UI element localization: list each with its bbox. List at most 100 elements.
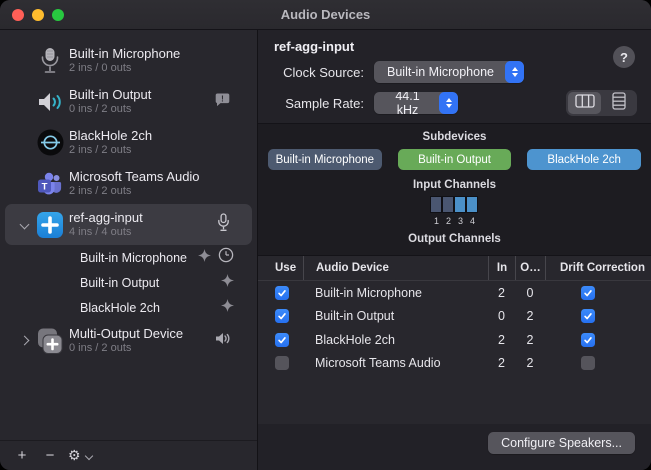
columns-view-icon — [575, 94, 595, 113]
clock-source-row: Clock Source: Built-in Microphone — [272, 61, 637, 83]
column-header-audio-device[interactable]: Audio Device — [303, 256, 488, 280]
device-header-section: ref-agg-input ? Clock Source: Built-in M… — [258, 30, 651, 123]
page-title: ref-agg-input — [274, 39, 637, 54]
device-name: BlackHole 2ch — [69, 128, 152, 144]
sidebar-item-built-in-output[interactable]: Built-in Output 0 ins / 2 outs ! — [5, 81, 252, 122]
sidebar-item-multi-output-device[interactable]: Multi-Output Device 0 ins / 2 outs — [5, 320, 252, 361]
sample-rate-popup[interactable]: 44.1 kHz — [374, 92, 458, 114]
drift-checkbox[interactable] — [581, 356, 595, 370]
sparkle-icon — [221, 274, 234, 292]
subdevice-pills: Built-in Microphone Built-in Output Blac… — [258, 149, 651, 170]
view-toggle — [566, 90, 637, 116]
channel-4: 4 — [467, 196, 479, 226]
clock-source-popup[interactable]: Built-in Microphone — [374, 61, 524, 83]
table-cell-in: 2 — [488, 328, 515, 352]
clock-source-value: Built-in Microphone — [374, 65, 505, 79]
sidebar-item-microsoft-teams-audio[interactable]: T Microsoft Teams Audio 2 ins / 2 outs — [5, 163, 252, 204]
column-header-drift-correction[interactable]: Drift Correction — [545, 256, 651, 280]
teams-icon: T — [36, 170, 64, 198]
rows-view-button[interactable] — [602, 92, 635, 114]
device-sidebar: Built-in Microphone 2 ins / 0 outs Built… — [0, 30, 258, 470]
rows-view-icon — [612, 92, 626, 115]
device-detail-panel: ref-agg-input ? Clock Source: Built-in M… — [258, 30, 651, 470]
sample-rate-value: 44.1 kHz — [374, 92, 439, 114]
sample-rate-label: Sample Rate: — [272, 96, 364, 111]
device-name: Built-in Output — [69, 87, 151, 103]
microphone-icon — [36, 47, 64, 75]
subdevice-pill-built-in-microphone[interactable]: Built-in Microphone — [268, 149, 382, 170]
channels-section: Subdevices Built-in Microphone Built-in … — [258, 123, 651, 256]
subdevice-pill-blackhole-2ch[interactable]: BlackHole 2ch — [527, 149, 641, 170]
sidebar-subitem-built-in-microphone[interactable]: Built-in Microphone — [5, 245, 252, 270]
input-channel-meter: 1 2 3 4 — [258, 196, 651, 226]
device-list: Built-in Microphone 2 ins / 0 outs Built… — [0, 30, 257, 440]
column-header-use[interactable]: Use — [258, 256, 303, 280]
table-row[interactable]: Built-in Microphone 2 0 — [258, 281, 651, 305]
panel-footer: Configure Speakers... — [258, 424, 651, 470]
channel-number: 1 — [431, 216, 443, 226]
output-channels-heading: Output Channels — [258, 233, 651, 245]
svg-text:!: ! — [221, 94, 224, 103]
sidebar-item-blackhole-2ch[interactable]: BlackHole 2ch 2 ins / 2 outs — [5, 122, 252, 163]
table-cell-in: 2 — [488, 281, 515, 305]
subdevices-heading: Subdevices — [258, 131, 651, 143]
add-device-button[interactable]: + — [10, 447, 34, 464]
column-header-in[interactable]: In — [488, 256, 515, 280]
chevron-down-icon[interactable] — [20, 220, 30, 230]
use-checkbox[interactable] — [275, 333, 289, 347]
device-detail: 4 ins / 4 outs — [69, 226, 143, 240]
microphone-input-icon — [217, 213, 230, 237]
drift-checkbox[interactable] — [581, 309, 595, 323]
table-header: Use Audio Device In O… Drift Correction — [258, 256, 651, 281]
gear-icon: ⚙ — [68, 447, 81, 464]
device-name: Microsoft Teams Audio — [69, 169, 200, 185]
popup-stepper-icon — [505, 61, 524, 83]
chevron-right-icon[interactable] — [20, 336, 30, 346]
use-checkbox[interactable] — [275, 309, 289, 323]
channel-number: 2 — [443, 216, 455, 226]
table-cell-device: Built-in Microphone — [303, 281, 488, 305]
help-button[interactable]: ? — [613, 46, 635, 68]
use-checkbox[interactable] — [275, 286, 289, 300]
popup-stepper-icon — [439, 92, 458, 114]
table-row[interactable]: Microsoft Teams Audio 2 2 — [258, 352, 651, 376]
speaker-icon — [36, 88, 64, 116]
device-detail: 2 ins / 2 outs — [69, 144, 152, 158]
channel-number: 4 — [467, 216, 479, 226]
drift-checkbox[interactable] — [581, 286, 595, 300]
device-name: Built-in Microphone — [69, 46, 180, 62]
columns-view-button[interactable] — [568, 92, 601, 114]
table-row[interactable]: Built-in Output 0 2 — [258, 305, 651, 329]
sidebar-item-built-in-microphone[interactable]: Built-in Microphone 2 ins / 0 outs — [5, 40, 252, 81]
sidebar-subitem-blackhole-2ch[interactable]: BlackHole 2ch — [5, 295, 252, 320]
device-detail: 0 ins / 2 outs — [69, 342, 183, 356]
alert-bubble-icon: ! — [215, 92, 230, 111]
sidebar-item-ref-agg-input[interactable]: ref-agg-input 4 ins / 4 outs — [5, 204, 252, 245]
drift-checkbox[interactable] — [581, 333, 595, 347]
subdevice-name: Built-in Output — [80, 276, 159, 290]
channel-number: 3 — [455, 216, 467, 226]
sparkle-icon — [198, 249, 211, 267]
table-cell-out: 2 — [515, 328, 545, 352]
table-cell-device: Microsoft Teams Audio — [303, 352, 488, 376]
column-header-out[interactable]: O… — [515, 256, 545, 280]
table-cell-in: 2 — [488, 352, 515, 376]
remove-device-button[interactable]: − — [38, 447, 62, 464]
configure-speakers-button[interactable]: Configure Speakers... — [488, 432, 635, 454]
device-detail: 2 ins / 2 outs — [69, 185, 200, 199]
actions-menu-button[interactable]: ⚙ — [68, 447, 92, 464]
aggregate-device-icon — [36, 211, 64, 239]
speaker-output-icon — [215, 332, 230, 350]
sidebar-toolbar: + − ⚙ — [0, 440, 257, 470]
device-detail: 2 ins / 0 outs — [69, 62, 180, 76]
svg-text:T: T — [42, 182, 48, 193]
table-row[interactable]: BlackHole 2ch 2 2 — [258, 328, 651, 352]
table-cell-device: BlackHole 2ch — [303, 328, 488, 352]
title-bar: Audio Devices — [0, 0, 651, 30]
sidebar-subitem-built-in-output[interactable]: Built-in Output — [5, 270, 252, 295]
table-cell-in: 0 — [488, 305, 515, 329]
table-cell-out: 2 — [515, 305, 545, 329]
sample-rate-row: Sample Rate: 44.1 kHz — [272, 90, 637, 116]
use-checkbox[interactable] — [275, 356, 289, 370]
subdevice-pill-built-in-output[interactable]: Built-in Output — [398, 149, 512, 170]
